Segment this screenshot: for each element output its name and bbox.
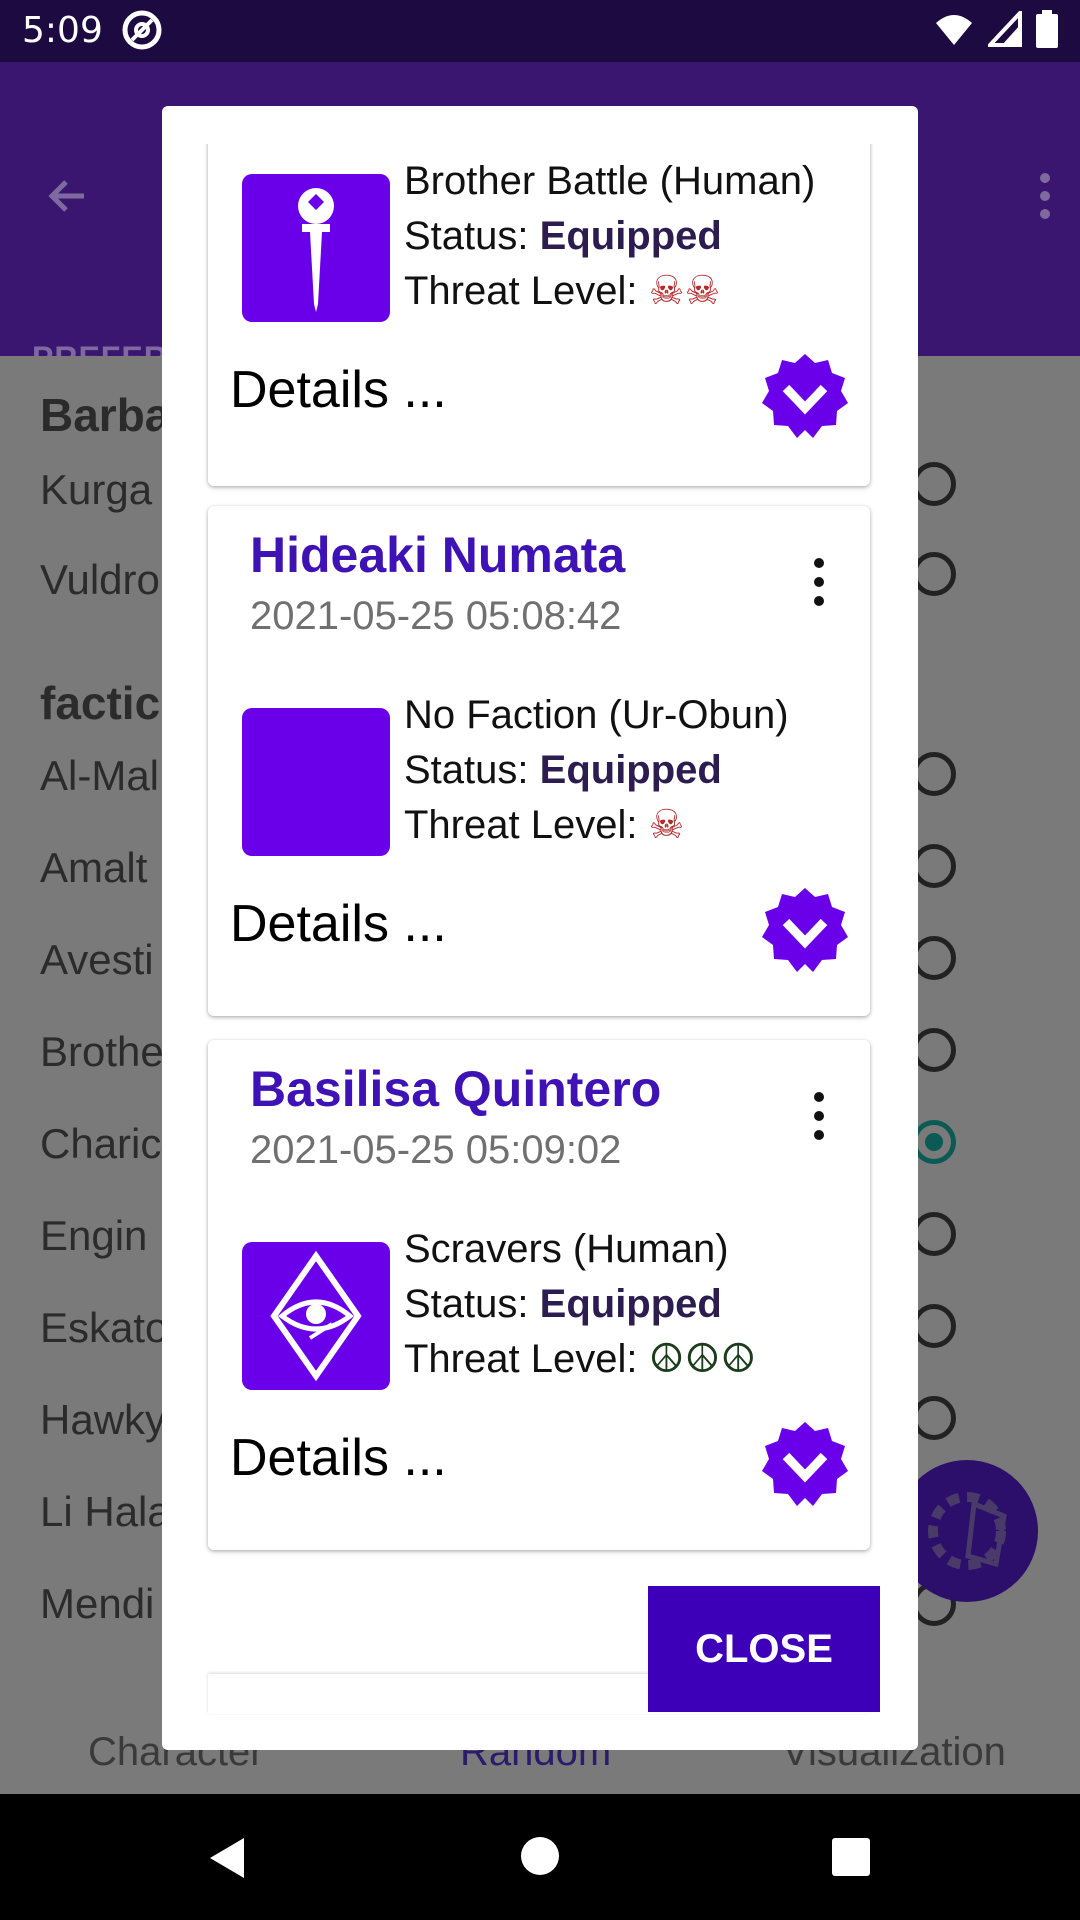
expand-verified-badge-icon[interactable] <box>760 886 850 976</box>
expand-verified-badge-icon[interactable] <box>760 352 850 442</box>
threat-line: Threat Level: ☠ <box>404 803 685 847</box>
back-triangle-icon[interactable] <box>206 1836 246 1885</box>
character-name: Hideaki Numata <box>250 527 626 583</box>
faction-dagger-icon <box>242 174 390 322</box>
character-info: Brother Battle (Human) Status: Equipped … <box>404 154 815 319</box>
character-name: Basilisa Quintero <box>250 1061 662 1117</box>
status-value: Equipped <box>539 748 722 792</box>
expand-verified-badge-icon[interactable] <box>760 1420 850 1510</box>
system-nav-bar <box>0 1794 1080 1920</box>
character-date: 2021-05-25 05:08:42 <box>250 594 622 638</box>
faction-blank-icon <box>242 708 390 856</box>
card-more-vert-icon[interactable] <box>814 1092 824 1149</box>
character-info: No Faction (Ur-Obun) Status: Equipped Th… <box>404 688 789 853</box>
status-value: Equipped <box>539 1282 722 1326</box>
faction-text: Brother Battle (Human) <box>404 159 816 203</box>
threat-skulls: ☠ <box>648 803 685 847</box>
faction-text: Scravers (Human) <box>404 1227 729 1271</box>
home-circle-icon[interactable] <box>520 1836 560 1881</box>
character-card: Brother Battle (Human) Status: Equipped … <box>208 144 870 486</box>
character-history-dialog: Brother Battle (Human) Status: Equipped … <box>162 106 918 1750</box>
faction-eye-diamond-icon <box>242 1242 390 1390</box>
details-label[interactable]: Details ... <box>230 360 447 420</box>
details-label[interactable]: Details ... <box>230 894 447 954</box>
status-line: Status: Equipped <box>404 748 722 792</box>
character-info: Scravers (Human) Status: Equipped Threat… <box>404 1222 756 1387</box>
status-line: Status: Equipped <box>404 1282 722 1326</box>
character-card: Hideaki Numata 2021-05-25 05:08:42 No Fa… <box>208 506 870 1016</box>
details-label[interactable]: Details ... <box>230 1428 447 1488</box>
faction-text: No Faction (Ur-Obun) <box>404 693 789 737</box>
status-line: Status: Equipped <box>404 214 722 258</box>
threat-line: Threat Level: ☠☠ <box>404 269 721 313</box>
dialog-scroll-area[interactable]: Brother Battle (Human) Status: Equipped … <box>162 144 918 1620</box>
character-card: Basilisa Quintero 2021-05-25 05:09:02 Sc… <box>208 1040 870 1550</box>
threat-skulls: ☠☠ <box>648 269 721 313</box>
threat-peace-signs: ☮☮☮ <box>648 1337 757 1381</box>
threat-line: Threat Level: ☮☮☮ <box>404 1337 757 1381</box>
close-button[interactable]: CLOSE <box>648 1586 880 1712</box>
card-more-vert-icon[interactable] <box>814 558 824 615</box>
recents-square-icon[interactable] <box>832 1838 870 1881</box>
status-value: Equipped <box>539 214 722 258</box>
character-date: 2021-05-25 05:09:02 <box>250 1128 622 1172</box>
